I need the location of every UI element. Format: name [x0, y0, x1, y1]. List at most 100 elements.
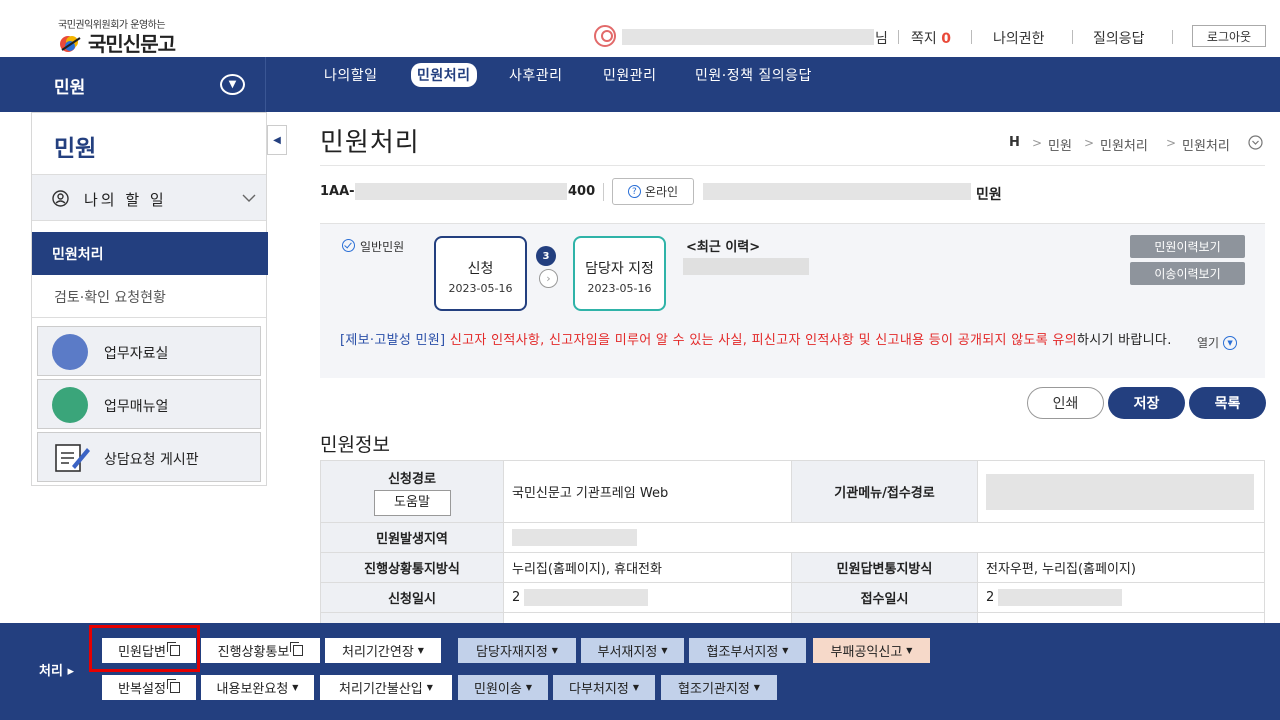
view-transfer-history-button[interactable]: 이송이력보기: [1130, 262, 1245, 285]
step-date: 2023-05-16: [587, 282, 652, 295]
caret-down-icon: ▼: [782, 646, 789, 655]
sidebar-header: 민원: [32, 113, 266, 175]
message-label: 쪽지: [911, 31, 937, 47]
button-label: 부패공익신고: [830, 645, 903, 660]
logout-button[interactable]: 로그아웃: [1192, 25, 1266, 47]
divider: [1172, 30, 1173, 44]
chevron-right-icon: ›: [539, 269, 558, 288]
magnifier-icon: [52, 387, 88, 423]
main-menu-bar: 민원 ▼ 나의할일 민원처리 사후관리 민원관리 민원·정책 질의응답: [0, 57, 1280, 112]
apply-date-prefix: 2: [512, 590, 521, 605]
chevron-down-icon: ▼: [1223, 335, 1238, 350]
help-button[interactable]: 도움말: [373, 489, 451, 516]
caret-down-icon: ▼: [426, 683, 433, 692]
breadcrumb-separator: >: [1032, 136, 1043, 150]
button-label: 협조부서지정: [706, 645, 779, 660]
civil-id-prefix: 1AA-: [320, 184, 355, 199]
warning-prefix: [제보·고발성 민원]: [340, 333, 446, 348]
coop-dept-button[interactable]: 협조부서지정 ▼: [689, 638, 806, 663]
civil-title-suffix: 민원: [976, 187, 1002, 203]
exclude-period-button[interactable]: 처리기간불산입 ▼: [320, 675, 452, 700]
caret-down-icon: ▼: [906, 646, 913, 655]
progress-notify-button[interactable]: 진행상황통보: [201, 638, 320, 663]
reply-notice-value: 전자우편, 누리집(홈페이지): [977, 552, 1265, 583]
caret-down-icon: ▼: [417, 646, 424, 655]
my-authority-link[interactable]: 나의권한: [993, 28, 1045, 48]
caret-down-icon: ▼: [551, 646, 558, 655]
sidebar-box-work-manual[interactable]: 업무매뉴얼: [37, 379, 261, 429]
check-circle-icon: [342, 239, 355, 252]
reassign-dept-button[interactable]: 부서재지정 ▼: [581, 638, 684, 663]
breadcrumb-item[interactable]: 민원처리: [1100, 135, 1148, 154]
reassign-staff-button[interactable]: 담당자재지정 ▼: [458, 638, 576, 663]
question-icon: ?: [627, 185, 641, 198]
divider: [32, 317, 266, 318]
caret-down-icon: ▼: [292, 683, 299, 692]
region-label: 민원발생지역: [320, 522, 504, 553]
view-history-button[interactable]: 민원이력보기: [1130, 235, 1245, 258]
step-count-badge: 3: [536, 246, 556, 266]
multi-ministry-button[interactable]: 다부처지정 ▼: [553, 675, 655, 700]
caret-down-icon: ▼: [661, 646, 668, 655]
qna-link[interactable]: 질의응답: [1093, 28, 1145, 48]
step-assign: 담당자 지정 2023-05-16: [573, 236, 666, 311]
receive-date-value: 2: [977, 582, 1265, 613]
redacted-apply-date: [524, 589, 649, 606]
transfer-button[interactable]: 민원이송 ▼: [458, 675, 548, 700]
menu-civil-management[interactable]: 민원관리: [597, 63, 663, 87]
breadcrumb-separator: >: [1166, 136, 1177, 150]
menu-section-title: 민원: [54, 78, 86, 98]
menu-post-management[interactable]: 사후관리: [503, 63, 569, 87]
menu-policy-qna[interactable]: 민원·정책 질의응답: [689, 63, 818, 87]
message-link[interactable]: 쪽지 0: [911, 28, 951, 48]
logo-mark-icon: [60, 35, 81, 52]
breadcrumb-item[interactable]: 민원: [1048, 135, 1072, 154]
warning-red-text: 신고자 인적사항, 신고자임을 미루어 알 수 있는 사실, 피신고자 인적사항…: [449, 333, 1077, 348]
section-dropdown-icon[interactable]: ▼: [220, 74, 245, 95]
breadcrumb-home[interactable]: H: [1009, 135, 1020, 150]
sidebar-collapse-button[interactable]: ◀: [267, 125, 287, 155]
list-button[interactable]: 목록: [1189, 387, 1266, 419]
menu-civil-processing[interactable]: 민원처리: [411, 63, 477, 87]
copy-icon: [290, 642, 304, 656]
breadcrumb-dropdown-icon[interactable]: [1248, 135, 1263, 150]
step-title: 담당자 지정: [585, 261, 654, 277]
progress-notice-label: 진행상황통지방식: [320, 552, 504, 583]
sidebar-item-civil-processing[interactable]: 민원처리: [32, 232, 268, 275]
warning-notice: [제보·고발성 민원] 신고자 인적사항, 신고자임을 미루어 알 수 있는 사…: [340, 331, 1180, 351]
save-button[interactable]: 저장: [1108, 387, 1185, 419]
redacted-civil-title: [703, 183, 971, 200]
step-title: 신청: [467, 261, 494, 277]
apply-date-value: 2: [503, 582, 792, 613]
table-row: 신청경로 도움말 국민신문고 기관프레임 Web 기관메뉴/접수경로: [320, 460, 1265, 523]
person-icon: [52, 190, 69, 207]
sidebar-box-label: 업무자료실: [104, 346, 169, 362]
org-menu-label: 기관메뉴/접수경로: [791, 460, 978, 523]
caret-down-icon: ▼: [753, 683, 760, 692]
button-label: 진행상황통보: [217, 645, 290, 660]
breadcrumb-separator: >: [1084, 136, 1095, 150]
logo[interactable]: 국민신문고: [58, 28, 176, 57]
open-toggle[interactable]: 열기 ▼: [1197, 334, 1238, 351]
breadcrumb-current[interactable]: 민원처리: [1182, 135, 1230, 154]
civil-info-table: 신청경로 도움말 국민신문고 기관프레임 Web 기관메뉴/접수경로 민원발생지…: [320, 460, 1265, 643]
menu-my-tasks[interactable]: 나의할일: [318, 63, 384, 87]
step-apply: 신청 2023-05-16: [434, 236, 527, 311]
online-badge[interactable]: ? 온라인: [612, 178, 694, 205]
button-label: 부서재지정: [597, 645, 658, 660]
sidebar-box-work-library[interactable]: 업무자료실: [37, 326, 261, 376]
extend-period-button[interactable]: 처리기간연장 ▼: [325, 638, 441, 663]
sidebar-item-my-tasks[interactable]: 나의 할 일: [32, 175, 266, 221]
repeat-setting-button[interactable]: 반복설정: [102, 675, 196, 700]
print-button[interactable]: 인쇄: [1027, 387, 1104, 419]
coop-agency-button[interactable]: 협조기관지정 ▼: [661, 675, 777, 700]
sidebar-box-consult-board[interactable]: 상담요청 게시판: [37, 432, 261, 482]
divider: [898, 30, 899, 44]
user-suffix: 님: [875, 31, 888, 47]
redacted-org-menu: [986, 473, 1254, 510]
supplement-request-button[interactable]: 내용보완요청 ▼: [201, 675, 314, 700]
sidebar-item-review-status[interactable]: 검토·확인 요청현황: [54, 287, 166, 307]
corruption-report-button[interactable]: 부패공익신고 ▼: [813, 638, 930, 663]
section-title-civil-info: 민원정보: [320, 434, 390, 456]
divider: [603, 183, 604, 201]
